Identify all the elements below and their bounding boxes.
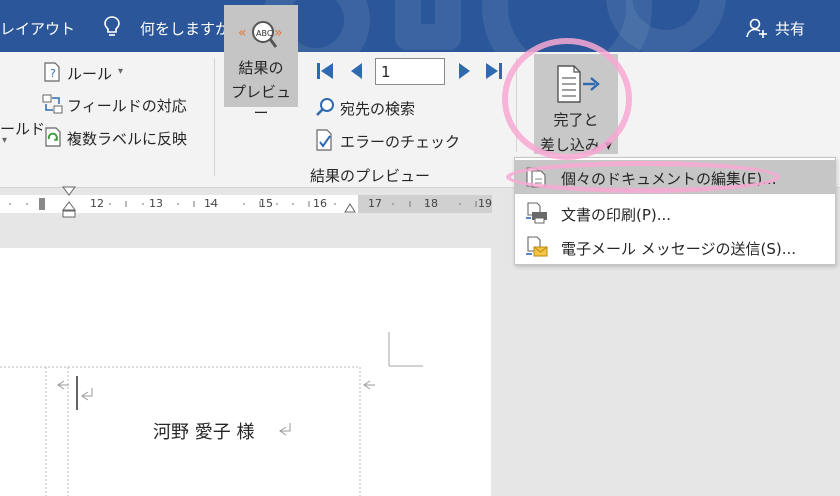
page-content-guides <box>0 332 423 496</box>
right-indent-marker[interactable] <box>343 200 357 214</box>
check-errors-icon[interactable] <box>315 129 335 151</box>
menu-item-label: 電子メール メッセージの送信(S)... <box>561 240 796 258</box>
find-recipient-button[interactable]: 宛先の検索 <box>340 98 415 119</box>
group-label-preview: 結果のプレビュー <box>310 167 431 185</box>
svg-text:ABC: ABC <box>256 29 273 38</box>
tab-layout[interactable]: レイアウト <box>0 18 75 39</box>
print-documents-icon <box>526 202 547 224</box>
ruler-tick-label: 17 <box>368 197 382 210</box>
match-fields-button[interactable]: フィールドの対応 <box>67 95 187 116</box>
check-errors-button[interactable]: エラーのチェック <box>340 131 460 152</box>
person-add-icon[interactable] <box>746 17 768 39</box>
share-button[interactable]: 共有 <box>775 18 805 39</box>
decorative-shape <box>395 0 461 50</box>
title-bar: レイアウト 何をしますか 共有 <box>0 0 840 52</box>
preview-results-button[interactable]: « ABC » 結果の プレビュー <box>224 5 298 122</box>
ruler-tick-label: 12 <box>90 197 104 210</box>
first-record-icon[interactable] <box>316 62 334 80</box>
ruler-tick-label: 18 <box>424 197 438 210</box>
record-number-input[interactable] <box>375 58 445 85</box>
rules-icon[interactable]: ? <box>43 62 61 82</box>
match-fields-icon[interactable] <box>42 94 64 114</box>
label-recipient-name: 河野 愛子 様 <box>153 422 255 443</box>
indent-marker[interactable] <box>60 186 78 222</box>
insert-field-arrow[interactable]: ▾ <box>2 135 7 146</box>
annotation-highlight-oval <box>506 161 780 193</box>
prev-record-icon[interactable] <box>350 62 364 80</box>
preview-label-line2: プレビュー <box>230 83 291 122</box>
tab-stop-marker[interactable] <box>36 196 48 212</box>
ruler-tick-label: 13 <box>149 197 163 210</box>
find-recipient-icon[interactable] <box>315 97 335 117</box>
ruler-tick-label: 15 <box>259 197 273 210</box>
update-labels-icon[interactable] <box>44 127 62 147</box>
lightbulb-icon[interactable] <box>103 15 121 39</box>
next-record-icon[interactable] <box>457 62 471 80</box>
group-separator <box>214 58 215 176</box>
rules-button[interactable]: ルール <box>67 63 112 84</box>
svg-text:?: ? <box>50 67 56 80</box>
ruler-tick-label: 19 <box>478 197 492 210</box>
menu-item-label: 文書の印刷(P)... <box>561 206 672 224</box>
ruler-tick-label: 16 <box>313 197 327 210</box>
chevron-down-icon[interactable]: ▾ <box>118 66 123 77</box>
update-labels-button[interactable]: 複数ラベルに反映 <box>67 128 187 149</box>
last-record-icon[interactable] <box>485 62 503 80</box>
send-email-icon <box>526 236 548 257</box>
menu-item-print-documents[interactable]: 文書の印刷(P)... <box>515 196 835 230</box>
tell-me-search[interactable]: 何をしますか <box>140 18 230 39</box>
ruler-tick-label: 14 <box>204 197 218 210</box>
svg-text:«: « <box>238 25 247 41</box>
annotation-highlight-circle <box>502 38 632 160</box>
svg-text:»: » <box>274 25 283 41</box>
preview-label-line1: 結果の <box>238 59 284 77</box>
preview-results-icon: « ABC » <box>238 21 283 48</box>
menu-item-send-email[interactable]: 電子メール メッセージの送信(S)... <box>515 230 835 264</box>
